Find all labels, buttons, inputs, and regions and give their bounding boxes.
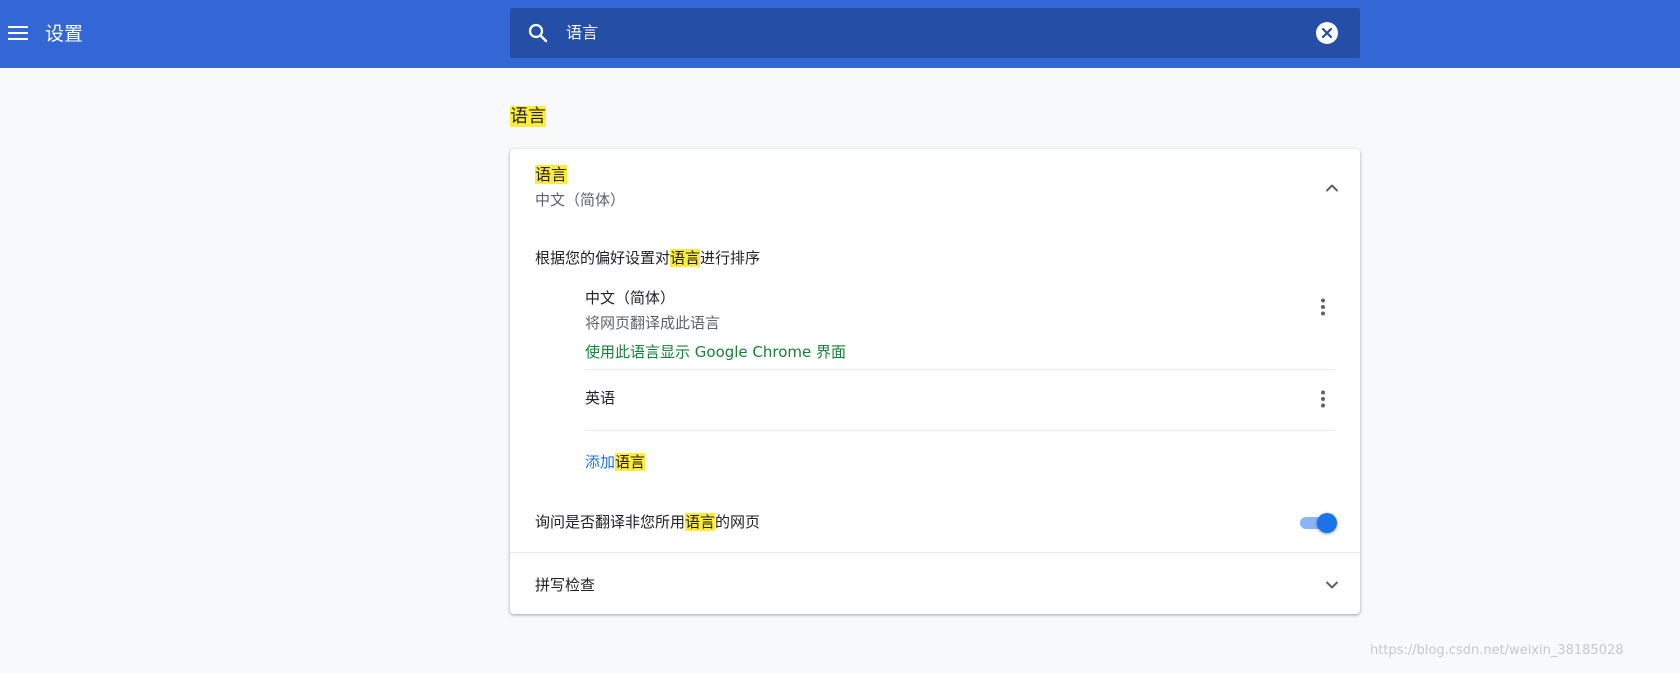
top-toolbar: 设置: [0, 0, 1680, 68]
search-highlight: 语言: [510, 106, 546, 127]
clear-search-button[interactable]: [1316, 22, 1338, 44]
language-item-chinese: 中文（简体） 将网页翻译成此语言 使用此语言显示 Google Chrome 界…: [585, 287, 1335, 363]
current-language: 中文（简体）: [535, 191, 626, 209]
language-name: 中文（简体）: [585, 289, 676, 307]
search-highlight: 语言: [685, 513, 716, 531]
section-title-languages: 语言: [510, 104, 546, 130]
language-order-label: 根据您的偏好设置对语言进行排序: [535, 249, 761, 267]
more-vert-icon[interactable]: [1311, 295, 1335, 319]
search-highlight: 语言: [615, 453, 646, 471]
close-icon: [1321, 27, 1333, 39]
toggle-knob: [1317, 513, 1337, 533]
offer-translate-toggle[interactable]: [1297, 512, 1337, 534]
divider: [585, 369, 1335, 370]
languages-title: 语言: [535, 164, 625, 186]
add-language-link[interactable]: 添加语言: [585, 451, 646, 473]
spellcheck-title[interactable]: 拼写检查: [535, 574, 595, 596]
languages-card: 语言 中文（简体） 根据您的偏好设置对语言进行排序 中文（简体） 将网页翻译成此…: [510, 149, 1360, 614]
search-highlight: 语言: [670, 249, 701, 267]
divider: [585, 430, 1335, 431]
search-input[interactable]: [566, 19, 1266, 47]
search-highlight: 语言: [535, 165, 568, 184]
page-title: 设置: [45, 23, 84, 45]
divider: [510, 552, 1360, 553]
chevron-up-icon[interactable]: [1320, 176, 1344, 200]
more-vert-icon[interactable]: [1311, 387, 1335, 411]
search-icon: [528, 23, 548, 43]
watermark: https://blog.csdn.net/weixin_38185028: [1370, 643, 1624, 658]
menu-icon[interactable]: [8, 23, 30, 43]
language-item-english: 英语: [585, 387, 1335, 409]
language-name: 英语: [585, 389, 616, 407]
translate-target-note: 将网页翻译成此语言: [585, 314, 721, 332]
search-box[interactable]: [510, 8, 1360, 58]
ui-language-note: 使用此语言显示 Google Chrome 界面: [585, 343, 847, 361]
languages-header[interactable]: 语言 中文（简体）: [535, 164, 625, 211]
chevron-down-icon[interactable]: [1320, 573, 1344, 597]
offer-translate-label: 询问是否翻译非您所用语言的网页: [535, 513, 761, 531]
